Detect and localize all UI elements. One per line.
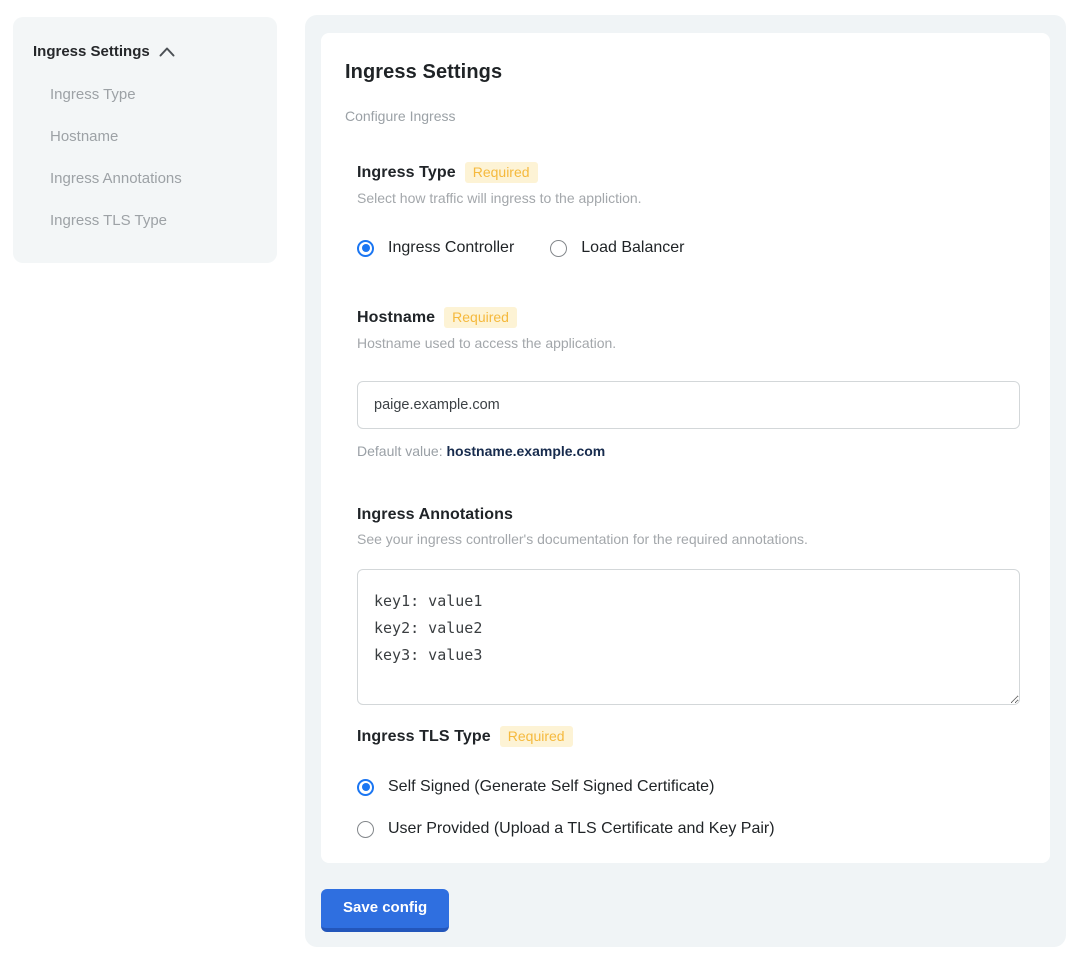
page-subtitle: Configure Ingress bbox=[345, 108, 1026, 124]
hostname-heading: Hostname bbox=[357, 309, 435, 327]
section-ingress-tls-type: Ingress TLS Type Required Self Signed (G… bbox=[357, 726, 1026, 838]
radio-load-balancer[interactable]: Load Balancer bbox=[550, 239, 684, 257]
chevron-up-icon[interactable] bbox=[159, 47, 175, 57]
radio-label: User Provided (Upload a TLS Certificate … bbox=[388, 820, 775, 838]
ingress-type-heading: Ingress Type bbox=[357, 164, 456, 182]
ingress-type-options: Ingress Controller Load Balancer bbox=[357, 239, 1026, 257]
ingress-type-description: Select how traffic will ingress to the a… bbox=[357, 190, 1026, 206]
ingress-settings-card: Ingress Settings Configure Ingress Ingre… bbox=[321, 33, 1050, 863]
radio-selected-icon[interactable] bbox=[357, 240, 374, 257]
annotations-textarea[interactable]: key1: value1 key2: value2 key3: value3 bbox=[357, 569, 1020, 705]
page: Ingress Settings Ingress Type Hostname I… bbox=[0, 0, 1090, 969]
tls-heading: Ingress TLS Type bbox=[357, 728, 491, 746]
annotations-heading: Ingress Annotations bbox=[357, 506, 513, 524]
required-badge: Required bbox=[444, 307, 517, 328]
settings-panel: Ingress Settings Configure Ingress Ingre… bbox=[305, 15, 1066, 947]
annotations-heading-row: Ingress Annotations bbox=[357, 506, 1026, 524]
sidebar-group-ingress-settings[interactable]: Ingress Settings bbox=[33, 43, 257, 60]
radio-self-signed[interactable]: Self Signed (Generate Self Signed Certif… bbox=[357, 778, 1026, 796]
sidebar-item-hostname[interactable]: Hostname bbox=[50, 129, 257, 144]
radio-user-provided[interactable]: User Provided (Upload a TLS Certificate … bbox=[357, 820, 1026, 838]
radio-selected-icon[interactable] bbox=[357, 779, 374, 796]
hostname-heading-row: Hostname Required bbox=[357, 307, 1026, 328]
radio-label: Ingress Controller bbox=[388, 239, 514, 257]
sidebar-group-label: Ingress Settings bbox=[33, 43, 150, 60]
page-title: Ingress Settings bbox=[345, 61, 1026, 84]
annotations-description: See your ingress controller's documentat… bbox=[357, 531, 1026, 547]
sidebar-item-ingress-annotations[interactable]: Ingress Annotations bbox=[50, 171, 257, 186]
required-badge: Required bbox=[500, 726, 573, 747]
section-hostname: Hostname Required Hostname used to acces… bbox=[357, 307, 1026, 459]
default-value-label: Default value: bbox=[357, 443, 447, 459]
section-ingress-type: Ingress Type Required Select how traffic… bbox=[357, 162, 1026, 257]
save-config-button[interactable]: Save config bbox=[321, 889, 449, 932]
section-ingress-annotations: Ingress Annotations See your ingress con… bbox=[357, 506, 1026, 705]
hostname-default-line: Default value: hostname.example.com bbox=[357, 443, 1026, 459]
sidebar: Ingress Settings Ingress Type Hostname I… bbox=[13, 17, 277, 263]
radio-ingress-controller[interactable]: Ingress Controller bbox=[357, 239, 514, 257]
sidebar-item-list: Ingress Type Hostname Ingress Annotation… bbox=[50, 87, 257, 228]
ingress-type-heading-row: Ingress Type Required bbox=[357, 162, 1026, 183]
radio-label: Load Balancer bbox=[581, 239, 684, 257]
required-badge: Required bbox=[465, 162, 538, 183]
radio-label: Self Signed (Generate Self Signed Certif… bbox=[388, 778, 714, 796]
hostname-input[interactable] bbox=[357, 381, 1020, 429]
hostname-description: Hostname used to access the application. bbox=[357, 335, 1026, 351]
radio-unselected-icon[interactable] bbox=[357, 821, 374, 838]
radio-unselected-icon[interactable] bbox=[550, 240, 567, 257]
sidebar-item-ingress-type[interactable]: Ingress Type bbox=[50, 87, 257, 102]
tls-heading-row: Ingress TLS Type Required bbox=[357, 726, 1026, 747]
sidebar-item-ingress-tls-type[interactable]: Ingress TLS Type bbox=[50, 213, 257, 228]
form-sections: Ingress Type Required Select how traffic… bbox=[357, 162, 1026, 838]
default-value-text: hostname.example.com bbox=[447, 443, 606, 459]
